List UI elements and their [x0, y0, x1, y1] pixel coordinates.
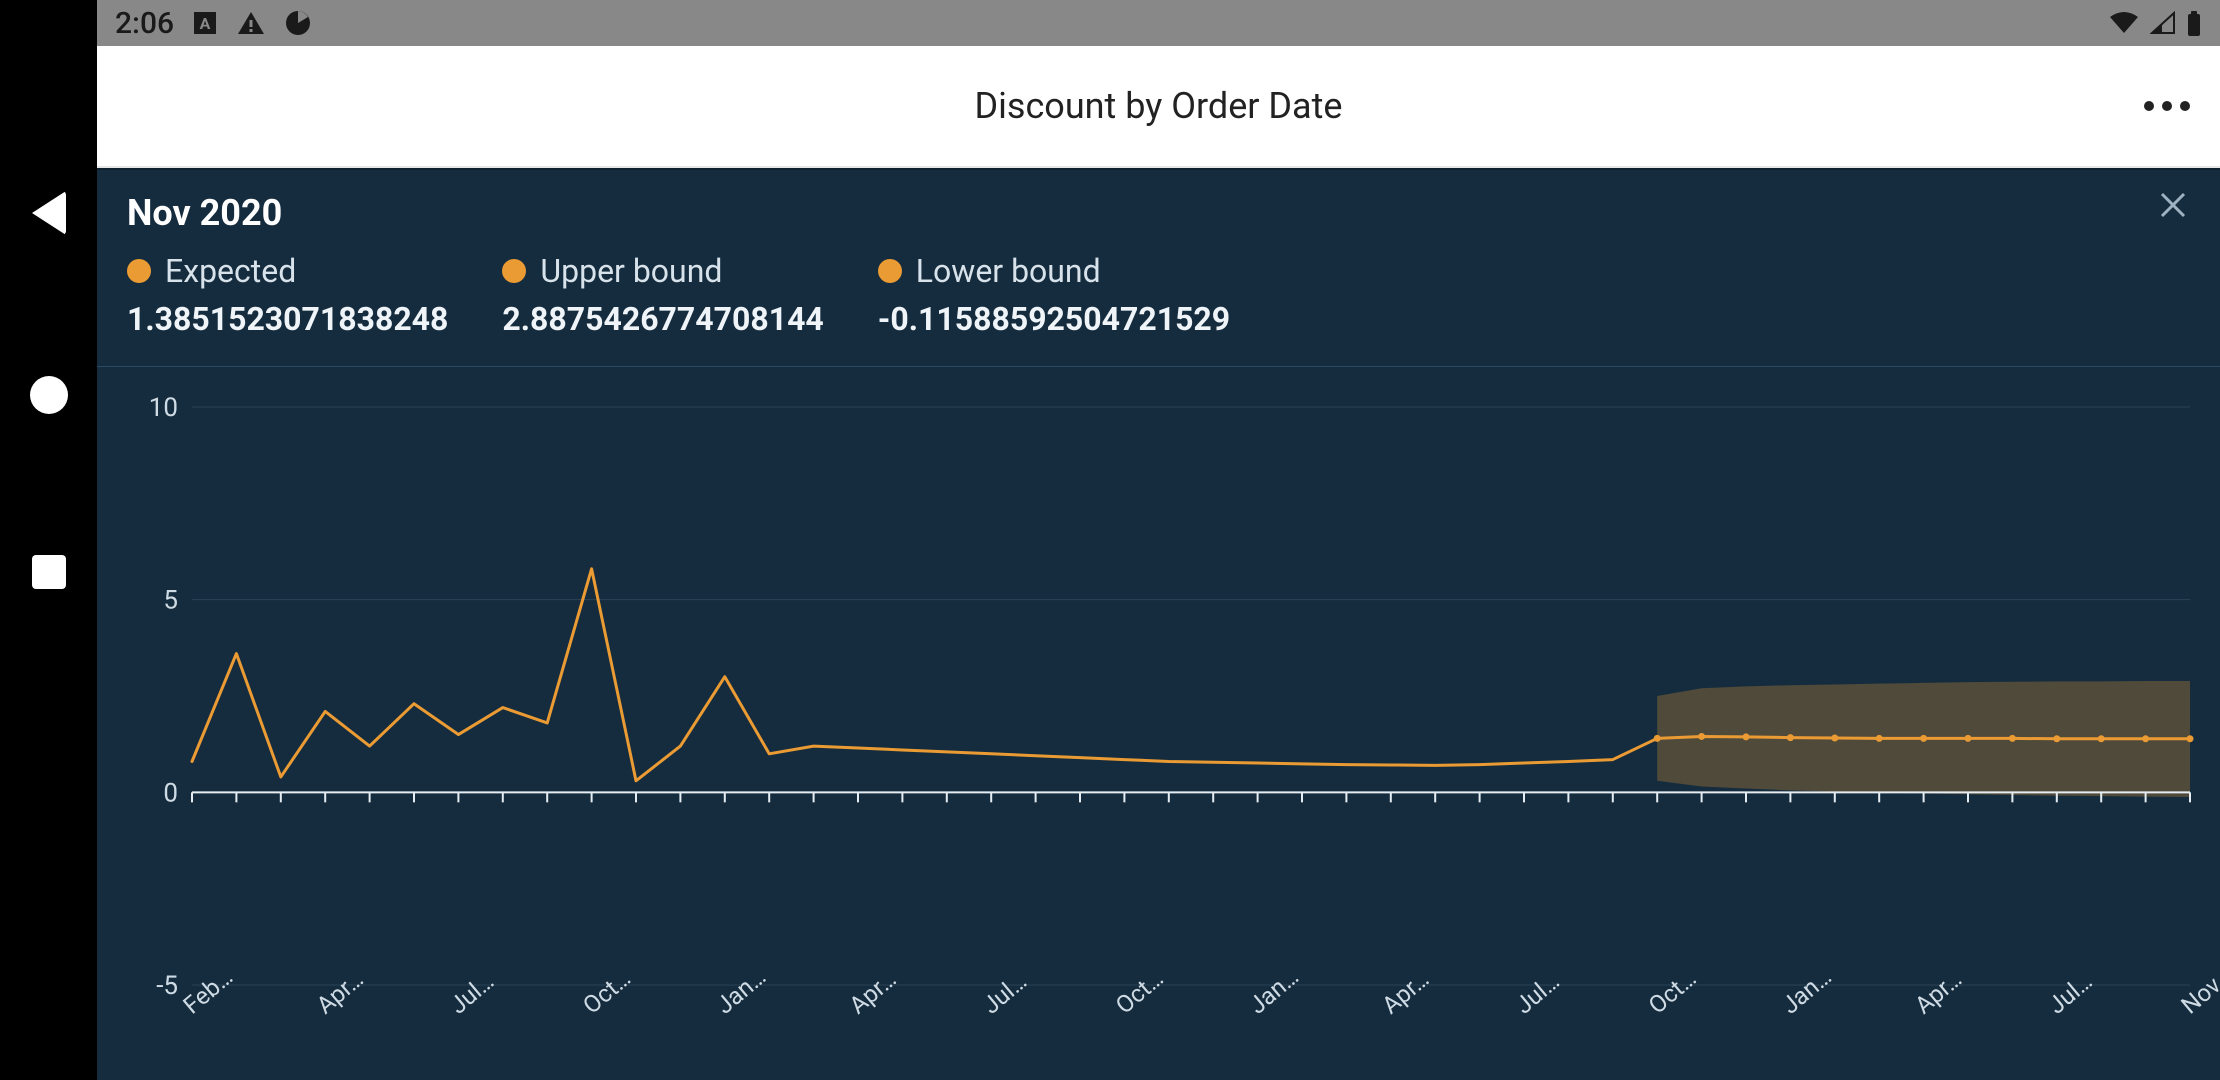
recent-icon[interactable]	[32, 555, 66, 589]
pie-icon	[284, 9, 312, 37]
svg-text:Feb…: Feb…	[178, 963, 238, 1020]
battery-icon	[2186, 10, 2202, 36]
metric-label: Lower bound	[916, 252, 1101, 290]
app-main: 2:06 A Discount by Order Date	[97, 0, 2220, 1080]
back-icon[interactable]	[32, 191, 66, 235]
chart-panel: Nov 2020 Expected 1.3851523071838248 Upp…	[97, 168, 2220, 1080]
swatch-icon	[127, 259, 151, 283]
metric-value: -0.11588592504721529	[878, 300, 1230, 338]
svg-text:Apr…: Apr…	[844, 965, 902, 1020]
svg-text:Oct…: Oct…	[1110, 964, 1169, 1020]
tooltip-panel: Nov 2020 Expected 1.3851523071838248 Upp…	[97, 170, 2220, 367]
close-button[interactable]	[2156, 188, 2190, 222]
svg-text:A: A	[200, 14, 211, 33]
status-bar: 2:06 A	[97, 0, 2220, 46]
more-icon	[2180, 101, 2190, 111]
svg-text:Apr…: Apr…	[1377, 965, 1435, 1020]
metric-value: 1.3851523071838248	[127, 300, 448, 338]
svg-text:Oct…: Oct…	[577, 964, 636, 1020]
metric-expected: Expected 1.3851523071838248	[127, 252, 448, 338]
metric-value: 2.8875426774708144	[502, 300, 823, 338]
svg-text:Jul…: Jul…	[444, 967, 499, 1020]
svg-text:10: 10	[149, 393, 178, 423]
chart-plot-area[interactable]: -5 0 5 10 Feb… Apr… Jul… Oct… Jan… Apr… Jul… Oct… Ja…	[97, 367, 2220, 1080]
svg-text:Jul…: Jul…	[1510, 967, 1565, 1020]
more-options-button[interactable]	[2144, 101, 2190, 111]
svg-text:Nov…: Nov…	[2176, 961, 2220, 1019]
metric-upper: Upper bound 2.8875426774708144	[502, 252, 823, 338]
svg-text:Apr…: Apr…	[311, 965, 369, 1020]
close-icon	[2156, 188, 2190, 222]
swatch-icon	[878, 259, 902, 283]
signal-icon	[2150, 11, 2176, 35]
svg-text:Jul…: Jul…	[2043, 967, 2098, 1020]
line-chart: -5 0 5 10 Feb… Apr… Jul… Oct… Jan… Apr… Jul… Oct… Ja…	[97, 367, 2220, 1080]
svg-text:Jul…: Jul…	[977, 967, 1032, 1020]
svg-text:-5: -5	[156, 971, 178, 1001]
title-bar: Discount by Order Date	[97, 46, 2220, 168]
metric-label: Upper bound	[540, 252, 722, 290]
android-nav-rail	[0, 0, 97, 1080]
svg-text:Jan…: Jan…	[1243, 962, 1304, 1019]
selected-date: Nov 2020	[127, 192, 2190, 234]
chart-title: Discount by Order Date	[975, 85, 1343, 127]
metric-lower: Lower bound -0.11588592504721529	[878, 252, 1230, 338]
home-icon[interactable]	[30, 376, 68, 414]
svg-text:5: 5	[163, 586, 178, 616]
swatch-icon	[502, 259, 526, 283]
metric-label: Expected	[165, 252, 296, 290]
svg-text:0: 0	[163, 778, 178, 808]
tooltip-values: Expected 1.3851523071838248 Upper bound …	[127, 252, 2190, 338]
svg-text:Oct…: Oct…	[1643, 964, 1702, 1020]
svg-text:Jan…: Jan…	[711, 962, 772, 1019]
more-icon	[2144, 101, 2154, 111]
more-icon	[2162, 101, 2172, 111]
warning-icon	[236, 10, 266, 36]
text-a-icon: A	[192, 10, 218, 36]
wifi-icon	[2108, 11, 2140, 35]
svg-text:Jan…: Jan…	[1776, 962, 1837, 1019]
svg-text:Apr…: Apr…	[1909, 965, 1967, 1020]
status-time: 2:06	[115, 6, 174, 41]
